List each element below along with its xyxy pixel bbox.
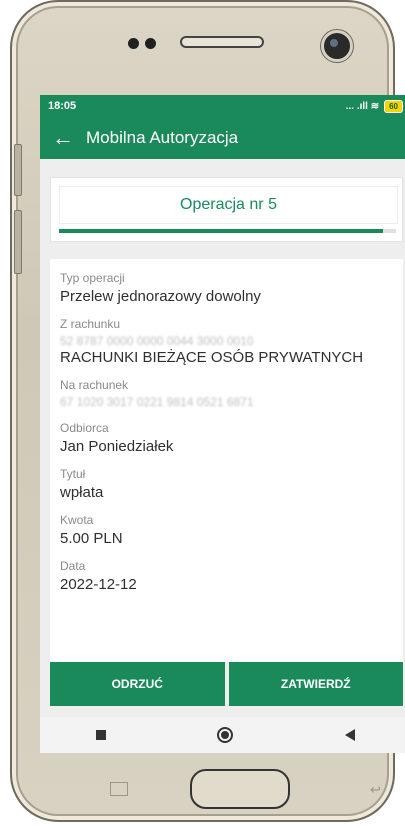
hardware-home-button[interactable] xyxy=(190,769,290,809)
speaker xyxy=(180,36,264,48)
status-time: 18:05 xyxy=(48,100,77,112)
action-buttons: ODRZUĆ ZATWIERDŹ xyxy=(50,662,403,706)
operation-card: Operacja nr 5 xyxy=(50,177,403,242)
operation-title: Operacja nr 5 xyxy=(59,186,398,224)
back-arrow-icon[interactable]: ← xyxy=(40,125,86,151)
page-title: Mobilna Autoryzacja xyxy=(86,128,239,147)
phone-chin: ↩ xyxy=(40,754,405,809)
recipient-value: Jan Poniedziałek xyxy=(60,438,174,455)
status-bar: 18:05 ... .ıll ≋ 60 xyxy=(40,95,405,117)
confirm-button[interactable]: ZATWIERDŹ xyxy=(228,662,403,706)
progress-fill xyxy=(59,229,383,233)
reject-button[interactable]: ODRZUĆ xyxy=(50,662,225,706)
amount-label: Kwota xyxy=(60,513,94,527)
phone-screen: 18:05 ... .ıll ≋ 60 ← Mobilna Autoryzacj… xyxy=(40,95,405,753)
progress-bar xyxy=(59,229,396,233)
to-account-number: 67 1020 3017 0221 9814 0521 6871 xyxy=(60,395,254,409)
home-icon[interactable] xyxy=(217,727,234,743)
status-icons: ... .ıll ≋ 60 xyxy=(345,99,403,113)
power-button xyxy=(14,210,22,274)
signal-wifi-icon: ... .ıll ≋ xyxy=(345,100,380,112)
from-account-label: Z rachunku xyxy=(60,317,121,331)
transfer-title-label: Tytuł xyxy=(60,467,86,481)
back-icon[interactable] xyxy=(345,729,356,741)
app-bar: ← Mobilna Autoryzacja xyxy=(40,117,405,159)
operation-details: Typ operacji Przelew jednorazowy dowolny… xyxy=(50,259,403,662)
phone-frame: 18:05 ... .ıll ≋ 60 ← Mobilna Autoryzacj… xyxy=(10,0,405,822)
transfer-title-value: wpłata xyxy=(60,484,104,501)
volume-button xyxy=(14,144,22,196)
hardware-back-key-icon[interactable]: ↩ xyxy=(370,782,381,798)
from-account-number: 52 8787 0000 0000 0044 3000 0010 xyxy=(60,334,254,348)
date-value: 2022-12-12 xyxy=(60,576,137,593)
to-account-label: Na rachunek xyxy=(60,378,129,392)
recipient-label: Odbiorca xyxy=(60,421,109,435)
from-account-name: RACHUNKI BIEŻĄCE OSÓB PRYWATNYCH xyxy=(60,349,364,366)
front-camera-icon xyxy=(321,30,353,62)
hardware-recent-key-icon[interactable] xyxy=(110,782,128,796)
sensors xyxy=(128,38,156,49)
recent-apps-icon[interactable] xyxy=(95,730,106,740)
battery-icon: 60 xyxy=(384,99,403,113)
amount-value: 5.00 PLN xyxy=(60,530,123,547)
android-nav-bar xyxy=(40,717,405,753)
type-label: Typ operacji xyxy=(60,271,125,285)
date-label: Data xyxy=(60,559,86,573)
type-value: Przelew jednorazowy dowolny xyxy=(60,288,261,305)
